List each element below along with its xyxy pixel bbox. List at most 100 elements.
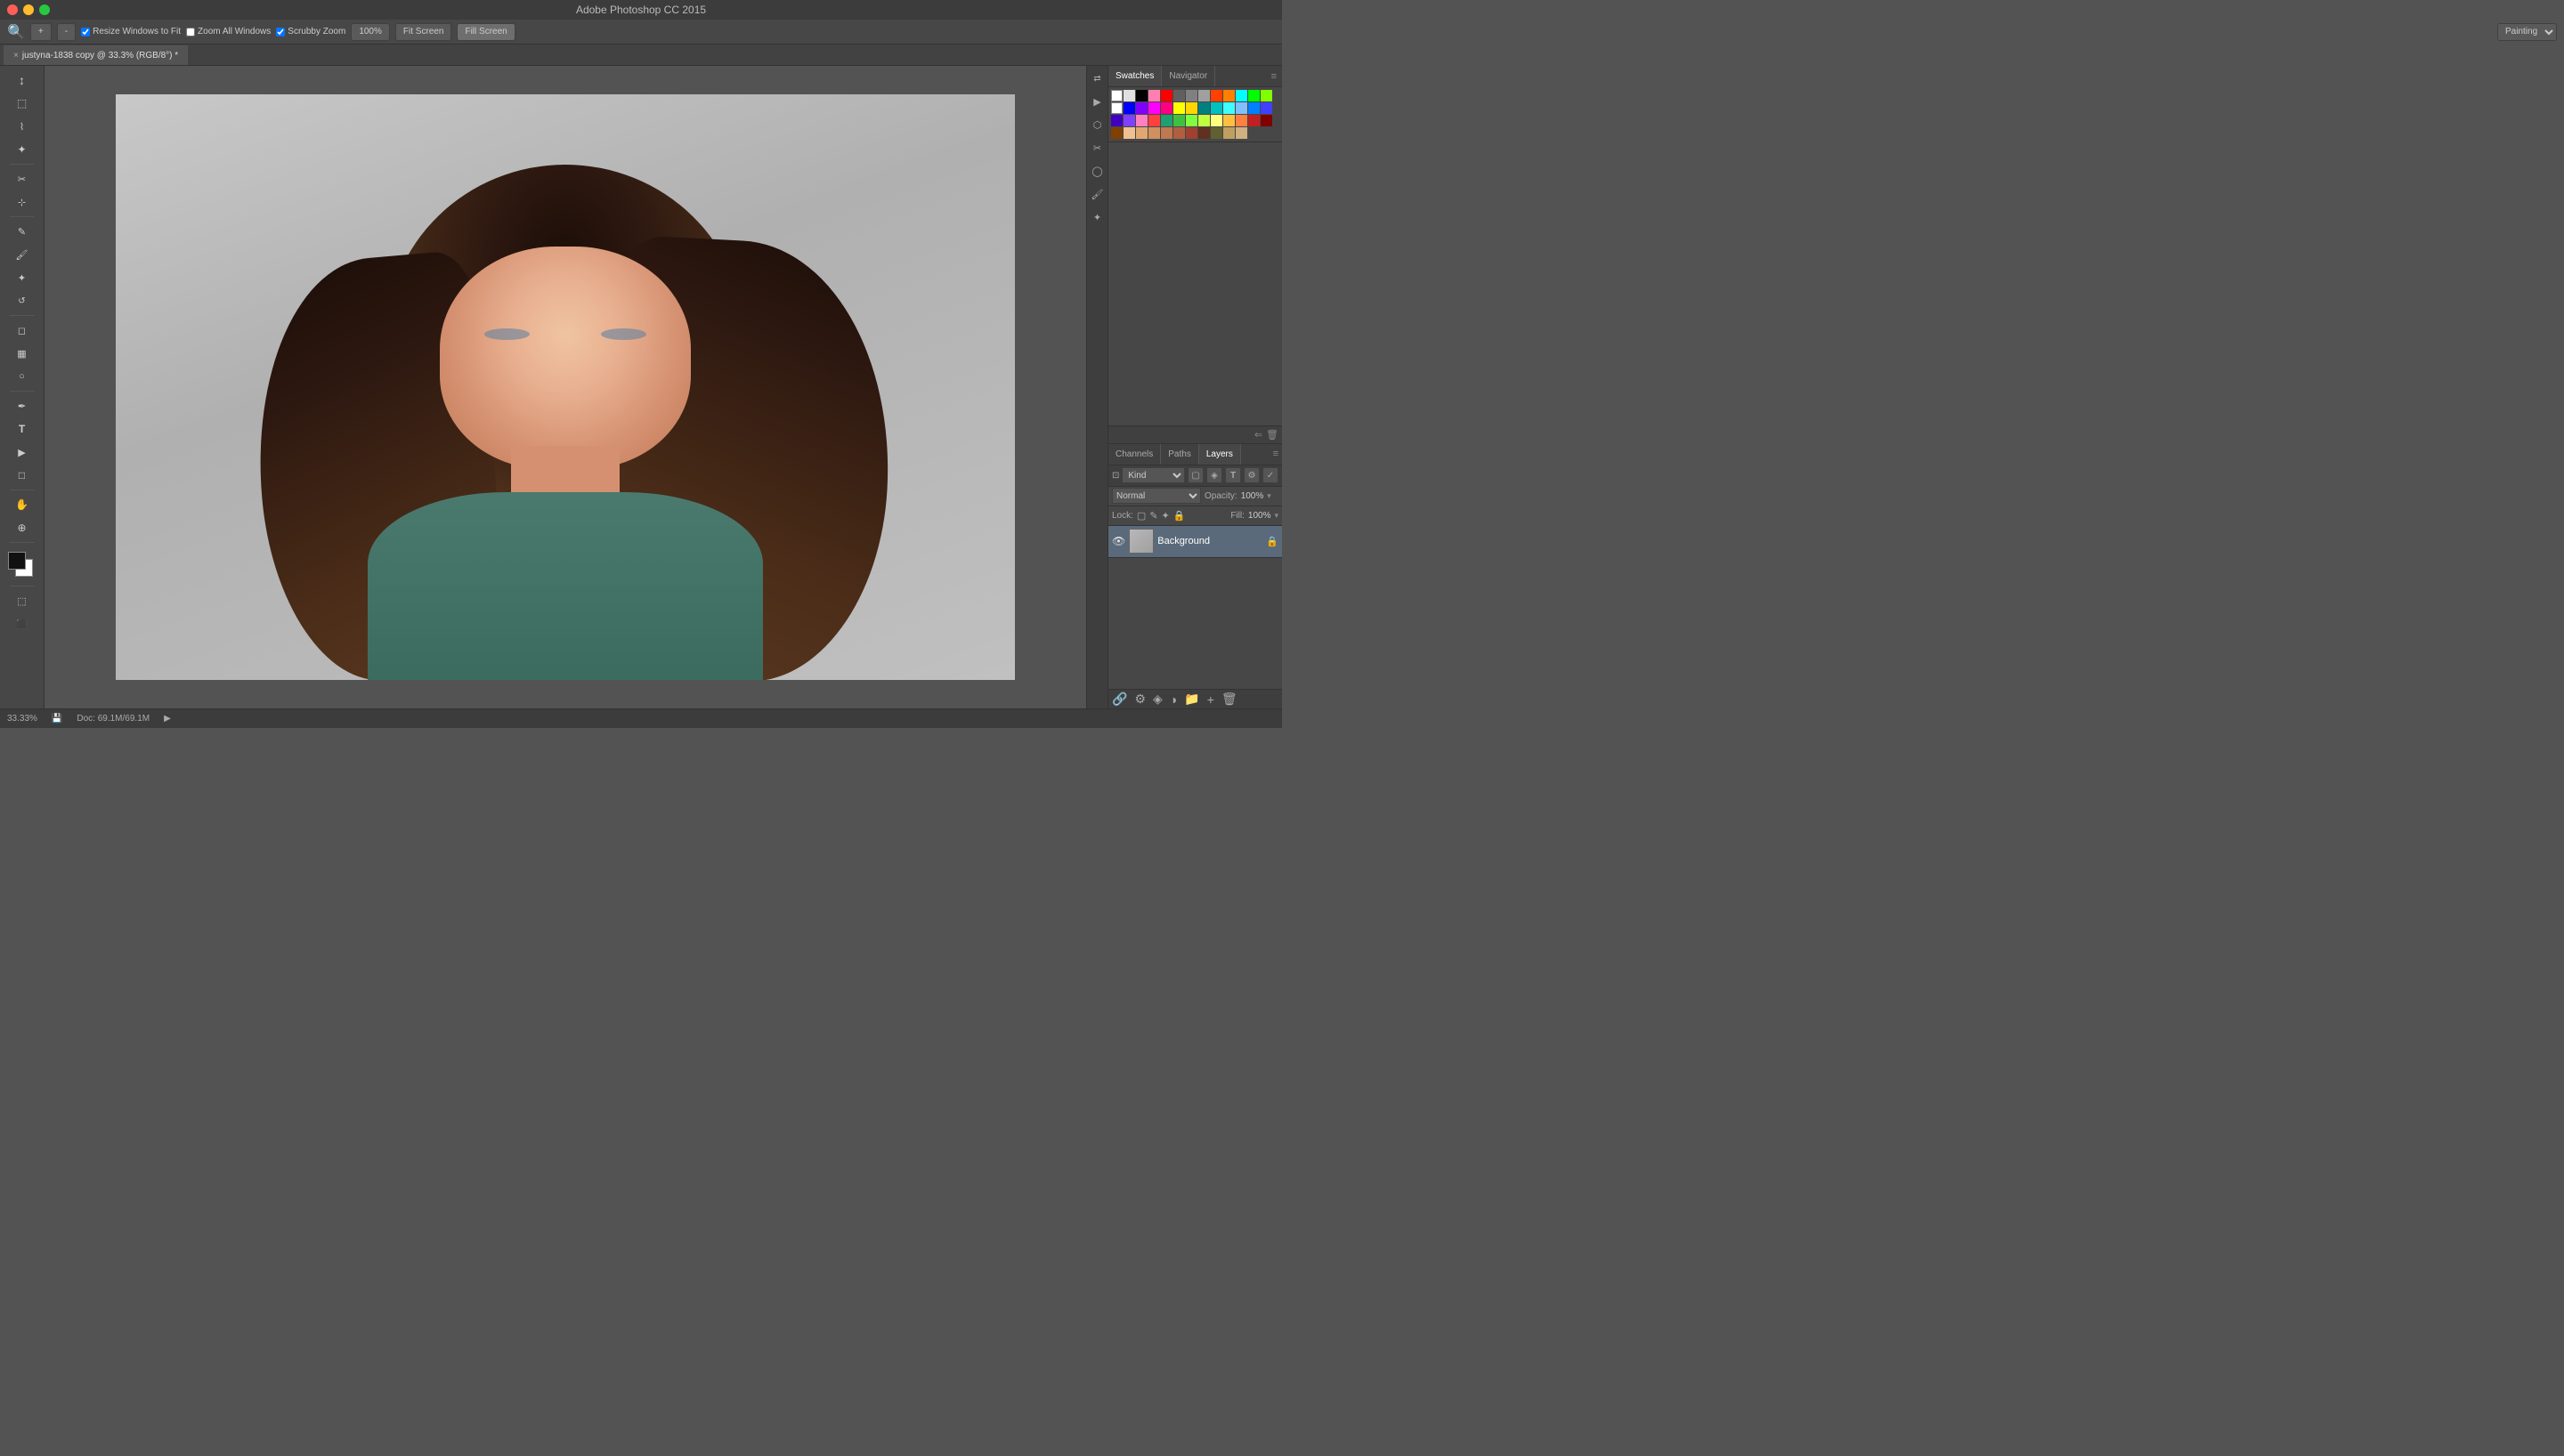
swatch-dark-red[interactable] xyxy=(1248,115,1260,126)
dodge-tool[interactable]: ○ xyxy=(9,366,36,387)
swatch-maroon[interactable] xyxy=(1261,115,1272,126)
move-tool[interactable]: ↕ xyxy=(9,69,36,91)
swatch-blue[interactable] xyxy=(1124,102,1135,114)
gradient-tool[interactable]: ▦ xyxy=(9,343,36,364)
navigator-tab[interactable]: Navigator xyxy=(1162,66,1215,86)
swatch-brown[interactable] xyxy=(1111,127,1123,139)
group-btn[interactable]: 📁 xyxy=(1184,692,1199,707)
new-layer-btn[interactable]: + xyxy=(1207,692,1214,707)
swatch-dark-orange[interactable] xyxy=(1236,115,1247,126)
swatch-skin-1[interactable] xyxy=(1124,127,1135,139)
history-brush-tool[interactable]: ↺ xyxy=(9,290,36,311)
adjustment-btn[interactable]: ◑ xyxy=(1170,692,1177,707)
lock-move-icon[interactable]: ✦ xyxy=(1162,510,1170,522)
panel-icon-play[interactable]: ▶ xyxy=(1089,93,1107,110)
color-swatches[interactable] xyxy=(6,550,38,582)
maximize-button[interactable] xyxy=(39,4,50,15)
path-selection-tool[interactable]: ▶ xyxy=(9,441,36,463)
swatch-pink-2[interactable] xyxy=(1136,115,1148,126)
paths-tab[interactable]: Paths xyxy=(1161,444,1199,465)
screen-mode-btn2[interactable]: ⬛ xyxy=(9,613,36,635)
lock-brush-icon[interactable]: ✎ xyxy=(1149,510,1157,522)
hand-tool[interactable]: ✋ xyxy=(9,494,36,515)
swatch-olive[interactable] xyxy=(1211,127,1222,139)
panel-icon-adjust[interactable]: ⬡ xyxy=(1089,116,1107,133)
swatch-skin-2[interactable] xyxy=(1136,127,1148,139)
swatch-teal-3[interactable] xyxy=(1161,115,1172,126)
filter-type-btn[interactable]: T xyxy=(1225,467,1241,483)
filter-smart-btn[interactable]: ✓ xyxy=(1262,467,1278,483)
zoom-tool[interactable]: ⊕ xyxy=(9,517,36,538)
swatch-mid-blue[interactable] xyxy=(1261,102,1272,114)
shape-tool[interactable]: □ xyxy=(9,465,36,486)
swatch-light-blue[interactable] xyxy=(1236,102,1247,114)
swatch-green[interactable] xyxy=(1248,90,1260,101)
layer-visibility-toggle[interactable]: 👁 xyxy=(1112,535,1125,547)
eraser-tool[interactable]: ◻ xyxy=(9,320,36,341)
swatch-orange-2[interactable] xyxy=(1223,115,1235,126)
filter-pixel-btn[interactable]: ▢ xyxy=(1188,467,1204,483)
zoom-all-checkbox[interactable]: Zoom All Windows xyxy=(186,27,271,36)
panel-icon-star[interactable]: ✦ xyxy=(1089,208,1107,226)
fill-dropdown[interactable]: ▾ xyxy=(1274,511,1278,521)
swatch-yellow-2[interactable] xyxy=(1186,102,1197,114)
marquee-tool[interactable]: ⬚ xyxy=(9,93,36,114)
swatch-red-2[interactable] xyxy=(1148,115,1160,126)
swatch-dark-gray-3[interactable] xyxy=(1198,90,1210,101)
channels-tab[interactable]: Channels xyxy=(1108,444,1161,465)
brush-tool[interactable]: 🖌 xyxy=(9,244,36,265)
filter-shape-btn[interactable]: ⚙ xyxy=(1244,467,1260,483)
crop-tool[interactable]: ✂ xyxy=(9,168,36,190)
layers-panel-icon-add[interactable]: ⇐ xyxy=(1254,429,1262,441)
swatch-yellow-4[interactable] xyxy=(1211,115,1222,126)
panel-icon-brush[interactable]: 🖌 xyxy=(1089,185,1107,203)
pen-tool[interactable]: ✒ xyxy=(9,395,36,417)
doc-tab[interactable]: × justyna-1838 copy @ 33.3% (RGB/8°) * xyxy=(4,45,188,65)
workspace-select[interactable]: Painting xyxy=(2497,23,2557,41)
swatch-skin-3[interactable] xyxy=(1148,127,1160,139)
lock-pixel-icon[interactable]: ▢ xyxy=(1137,510,1146,522)
filter-kind-select[interactable]: Kind xyxy=(1122,467,1185,483)
layer-row[interactable]: 👁 Background 🔒 xyxy=(1108,526,1282,558)
swatch-cyan3[interactable] xyxy=(1223,102,1235,114)
spot-healing-tool[interactable]: ✎ xyxy=(9,221,36,242)
swatch-violet[interactable] xyxy=(1124,115,1135,126)
swatch-skin-5[interactable] xyxy=(1173,127,1185,139)
swatch-light-gray[interactable] xyxy=(1124,90,1135,101)
layers-panel-icon-menu[interactable]: 🗑 xyxy=(1266,429,1278,441)
clone-stamp-tool[interactable]: ✦ xyxy=(9,267,36,288)
close-button[interactable] xyxy=(7,4,18,15)
foreground-color[interactable] xyxy=(8,552,26,570)
link-layers-btn[interactable]: 🔗 xyxy=(1112,692,1127,707)
swatch-tan[interactable] xyxy=(1223,127,1235,139)
swatch-skin-6[interactable] xyxy=(1186,127,1197,139)
layers-tab-icon-collapse[interactable]: ≡ xyxy=(1273,449,1278,459)
opacity-dropdown[interactable]: ▾ xyxy=(1267,491,1271,501)
layers-tab[interactable]: Layers xyxy=(1199,444,1241,465)
swatch-dark-gray-2[interactable] xyxy=(1186,90,1197,101)
lasso-tool[interactable]: ⌇ xyxy=(9,116,36,137)
swatch-indigo[interactable] xyxy=(1111,115,1123,126)
layer-style-btn[interactable]: ⚙ xyxy=(1134,692,1146,707)
fill-screen-button[interactable]: Fill Screen xyxy=(457,23,515,41)
scrubby-zoom-checkbox[interactable]: Scrubby Zoom xyxy=(276,27,345,36)
minimize-button[interactable] xyxy=(23,4,34,15)
swatch-hot-pink[interactable] xyxy=(1161,102,1172,114)
swatch-blue-2[interactable] xyxy=(1248,102,1260,114)
zoom-100-button[interactable]: 100% xyxy=(351,23,390,41)
swatch-magenta[interactable] xyxy=(1148,102,1160,114)
swatch-red[interactable] xyxy=(1161,90,1172,101)
swatch-dark-brown[interactable] xyxy=(1198,127,1210,139)
blend-mode-select[interactable]: Normal xyxy=(1112,488,1201,504)
swatch-purple[interactable] xyxy=(1136,102,1148,114)
canvas-area[interactable] xyxy=(45,66,1086,708)
mask-btn[interactable]: ◈ xyxy=(1153,692,1163,707)
save-status-icon[interactable]: 💾 xyxy=(52,714,62,724)
swatch-green-2[interactable] xyxy=(1173,115,1185,126)
swatches-tab[interactable]: Swatches xyxy=(1108,66,1162,86)
swatch-orange-red[interactable] xyxy=(1211,90,1222,101)
lock-all-icon[interactable]: 🔒 xyxy=(1173,510,1186,522)
swatch-teal-2[interactable] xyxy=(1211,102,1222,114)
swatch-pink[interactable] xyxy=(1148,90,1160,101)
swatch-yellow-green[interactable] xyxy=(1261,90,1272,101)
